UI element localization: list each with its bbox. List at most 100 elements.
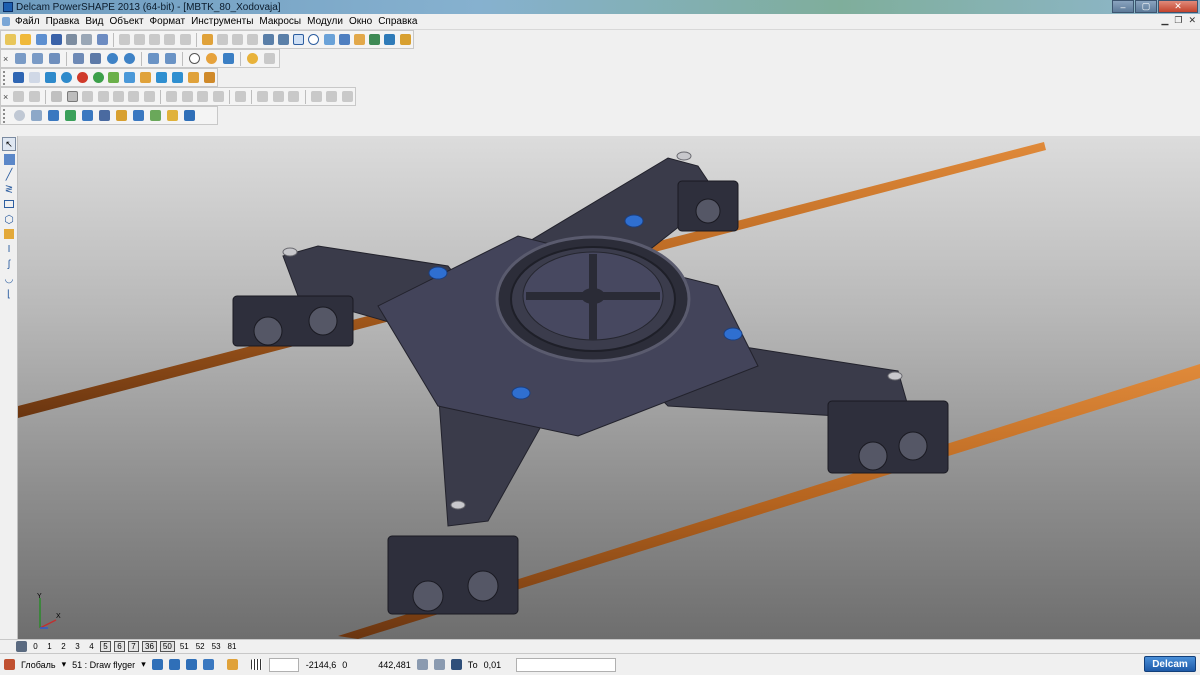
- paste-icon[interactable]: [148, 32, 161, 47]
- selection-icon[interactable]: [95, 32, 108, 47]
- surface-curve-icon[interactable]: [29, 108, 44, 123]
- level-50[interactable]: 50: [159, 641, 175, 652]
- document-icon[interactable]: [28, 70, 42, 85]
- solid-subtract-icon[interactable]: [181, 89, 194, 104]
- view-iso-icon[interactable]: [47, 51, 62, 66]
- wireframe-icon[interactable]: [187, 51, 202, 66]
- tolerance-value[interactable]: 0,01: [481, 658, 505, 672]
- polyline-icon[interactable]: ≷: [2, 182, 16, 196]
- zoom-fit-icon[interactable]: [146, 51, 161, 66]
- model-view[interactable]: [18, 136, 1200, 639]
- snap-grid-icon[interactable]: [167, 657, 182, 672]
- mdi-restore-button[interactable]: ❐: [1174, 15, 1182, 26]
- view-top-icon[interactable]: [13, 51, 28, 66]
- print-icon[interactable]: [65, 32, 78, 47]
- view-rotate-icon[interactable]: [88, 51, 103, 66]
- level-1[interactable]: 1: [44, 641, 55, 652]
- select-arrow-icon[interactable]: ↖: [2, 137, 16, 151]
- assembly-icon[interactable]: [186, 70, 200, 85]
- menu-macros[interactable]: Макросы: [256, 16, 304, 27]
- y-coordinate[interactable]: 0: [339, 658, 375, 672]
- box-icon[interactable]: [139, 70, 153, 85]
- maximize-button[interactable]: ▢: [1135, 0, 1157, 13]
- delete-icon[interactable]: [178, 32, 191, 47]
- surface-icon[interactable]: [338, 32, 351, 47]
- solid-chamfer-icon[interactable]: [112, 89, 125, 104]
- bogie-front-left[interactable]: [387, 535, 519, 615]
- solid-feature-icon[interactable]: [256, 89, 269, 104]
- rectangle-icon[interactable]: [2, 197, 16, 211]
- open-icon[interactable]: [19, 32, 32, 47]
- sphere-icon[interactable]: [59, 70, 73, 85]
- solid-history-icon[interactable]: [234, 89, 247, 104]
- red-sphere-icon[interactable]: [75, 70, 89, 85]
- level-51[interactable]: 51: [178, 641, 191, 652]
- level-0[interactable]: 0: [30, 641, 41, 652]
- tolerance-icon[interactable]: [449, 657, 464, 672]
- solid-pattern-icon[interactable]: [211, 89, 224, 104]
- redo-icon[interactable]: [216, 32, 229, 47]
- level-53[interactable]: 53: [210, 641, 223, 652]
- solid-shell-icon[interactable]: [127, 89, 140, 104]
- level-7[interactable]: 7: [128, 641, 139, 652]
- close-button[interactable]: ✕: [1158, 0, 1198, 13]
- solid-fillet-icon[interactable]: [96, 89, 109, 104]
- level-2[interactable]: 2: [58, 641, 69, 652]
- wand-icon[interactable]: [399, 32, 412, 47]
- view-front-icon[interactable]: [30, 51, 45, 66]
- z-coordinate[interactable]: 442,481: [375, 658, 414, 672]
- document-icon[interactable]: [1, 14, 11, 29]
- solid-cut-icon[interactable]: [81, 89, 94, 104]
- menu-edit[interactable]: Правка: [43, 16, 83, 27]
- workplane-status-icon[interactable]: [2, 657, 17, 672]
- solid-extrude-icon[interactable]: [12, 89, 25, 104]
- solid-icon[interactable]: [353, 32, 366, 47]
- solid-face-icon[interactable]: [272, 89, 285, 104]
- view-cube-icon[interactable]: [71, 51, 86, 66]
- workplane-select[interactable]: Глобаль: [18, 658, 59, 672]
- snap-icon[interactable]: [150, 657, 165, 672]
- new-icon[interactable]: [4, 32, 17, 47]
- coord-input-blank[interactable]: [268, 657, 299, 672]
- snap-intersection-icon[interactable]: [201, 657, 216, 672]
- zoom-in-icon[interactable]: [105, 51, 120, 66]
- bogie-back-right[interactable]: [677, 180, 739, 232]
- feature-icon[interactable]: [383, 32, 396, 47]
- save-icon[interactable]: [50, 32, 63, 47]
- mesh-icon[interactable]: [368, 32, 381, 47]
- snap-tangent-icon[interactable]: [225, 657, 240, 672]
- open-model-icon[interactable]: [34, 32, 47, 47]
- copy-object-icon[interactable]: [155, 70, 169, 85]
- solid-active-icon[interactable]: [65, 89, 78, 104]
- menu-view[interactable]: Вид: [82, 16, 106, 27]
- mirror-icon[interactable]: [246, 32, 259, 47]
- measure-icon[interactable]: [277, 32, 290, 47]
- shape-icon[interactable]: [43, 70, 57, 85]
- solid-offset-icon[interactable]: [325, 89, 338, 104]
- level-81[interactable]: 81: [226, 641, 239, 652]
- minimize-button[interactable]: –: [1112, 0, 1134, 13]
- bogie-back-left[interactable]: [232, 295, 354, 347]
- surface-fill-icon[interactable]: [97, 108, 112, 123]
- toolbar-grip[interactable]: [3, 70, 9, 85]
- mdi-minimize-button[interactable]: ▁: [1161, 15, 1168, 26]
- surface-blend-icon[interactable]: [182, 108, 197, 123]
- zoom-all-icon[interactable]: [163, 51, 178, 66]
- zoom-area-icon[interactable]: [122, 51, 137, 66]
- solid-boolean-icon[interactable]: [310, 89, 323, 104]
- calculator-icon[interactable]: [415, 657, 430, 672]
- menu-object[interactable]: Объект: [106, 16, 146, 27]
- surface-sweep-icon[interactable]: [80, 108, 95, 123]
- solid-box-icon[interactable]: [2, 227, 16, 241]
- solid-revolve-icon[interactable]: [28, 89, 41, 104]
- menu-tools[interactable]: Инструменты: [188, 16, 256, 27]
- snap-point-icon[interactable]: [184, 657, 199, 672]
- absolute-coords-icon[interactable]: [432, 657, 447, 672]
- graphics-viewport[interactable]: Y X: [18, 136, 1200, 639]
- surface-extrude-icon[interactable]: [63, 108, 78, 123]
- lock-icon[interactable]: [80, 32, 93, 47]
- toolbar-close-icon[interactable]: ×: [3, 92, 11, 102]
- level-6[interactable]: 6: [114, 641, 125, 652]
- bogie-front-right[interactable]: [827, 400, 949, 474]
- toolbar-close-icon[interactable]: ×: [3, 54, 12, 64]
